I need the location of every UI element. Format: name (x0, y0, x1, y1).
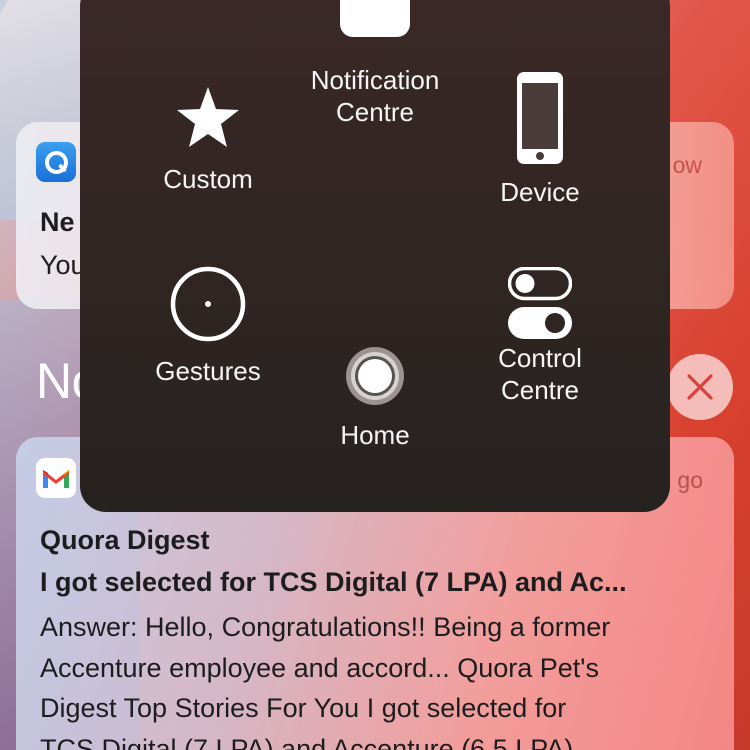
preview-line: TCS Digital (7 LPA) and Accenture (6.5 L… (40, 733, 574, 750)
toggles-icon (508, 267, 572, 339)
notification-subject: I got selected for TCS Digital (7 LPA) a… (40, 567, 627, 597)
menu-item-label: Control (498, 343, 582, 373)
menu-item-label: Device (500, 177, 580, 207)
menu-item-device[interactable]: Device (460, 72, 620, 208)
notification-time: ow (672, 152, 702, 178)
notification-sender: Quora Digest (40, 525, 210, 555)
menu-item-custom[interactable]: Custom (128, 85, 288, 195)
notification-centre-icon (340, 0, 410, 37)
menu-item-home[interactable]: Home (295, 345, 455, 451)
menu-item-notification-centre[interactable]: Notification Centre (280, 0, 470, 128)
circle-dot-icon (170, 266, 246, 342)
menu-item-gestures[interactable]: Gestures (128, 265, 288, 387)
notification-preview: Answer: Hello, Congratulations!! Being a… (40, 607, 720, 750)
menu-item-label: Notification (310, 65, 440, 95)
preview-line: Digest Top Stories For You I got selecte… (40, 693, 567, 723)
close-icon (687, 374, 713, 400)
clear-notifications-button[interactable] (667, 354, 733, 420)
notification-time: go (677, 467, 703, 493)
menu-item-control-centre[interactable]: Control Centre (460, 267, 620, 406)
assistive-touch-menu: Notification Centre Custom Device Gestur… (80, 0, 670, 512)
menu-item-label: Custom (163, 164, 253, 194)
notification-title: Ne (40, 207, 75, 237)
preview-line: Accenture employee and accord... Quora P… (40, 652, 599, 683)
menu-item-label: Centre (335, 97, 415, 127)
notification-body: You (40, 250, 86, 280)
menu-item-label: Centre (500, 375, 580, 405)
menu-item-label: Gestures (155, 356, 261, 386)
star-icon (177, 87, 239, 147)
menu-item-label: Home (340, 420, 410, 450)
preview-line: Answer: Hello, Congratulations!! Being a… (40, 612, 611, 642)
iphone-icon (517, 72, 563, 164)
home-button-icon (346, 347, 404, 405)
gmail-icon (36, 458, 76, 498)
magnifier-app-icon (36, 142, 76, 182)
